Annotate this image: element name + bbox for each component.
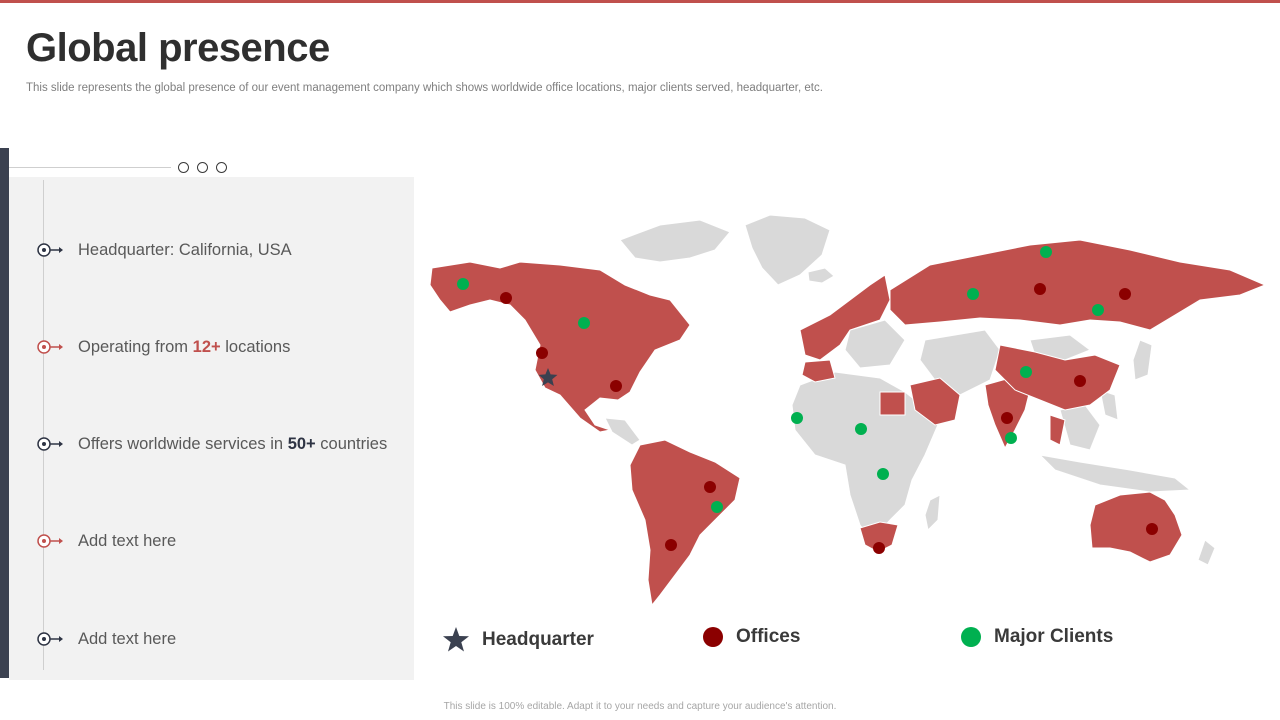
legend-label: Headquarter [482,629,594,650]
office-marker [610,380,622,392]
russia-shape [889,239,1267,331]
client-marker [711,501,723,513]
iberia-shape [801,359,836,383]
footer-note: This slide is 100% editable. Adapt it to… [443,701,837,712]
client-marker [1040,246,1052,258]
indonesia-shape [1038,454,1192,493]
client-marker [1020,366,1032,378]
office-marker [1001,412,1013,424]
japan-shape [1132,339,1153,381]
client-marker [791,412,803,424]
office-marker [1146,523,1158,535]
legend-headquarter: Headquarter [442,626,594,654]
client-marker [1005,432,1017,444]
client-marker [578,317,590,329]
page-title: Global presence [26,26,330,70]
legend-offices: Offices [702,626,800,648]
south-america-shape [629,439,741,607]
circle-icon [178,162,189,173]
list-item: Add text here [36,531,176,551]
arctic-islands-shape [619,219,731,263]
pagination-dots [178,162,227,173]
australia-shape [1089,491,1183,563]
client-dot-icon [961,627,981,647]
star-icon [443,627,469,652]
legend-label: Major Clients [994,626,1114,647]
southeast-asia-shape [1059,404,1101,451]
world-map [429,214,1267,607]
office-marker [704,481,716,493]
office-dot-icon [703,627,723,647]
client-marker [457,278,469,290]
client-marker [877,468,889,480]
top-accent-rule [0,0,1280,3]
office-marker [500,292,512,304]
list-item: Add text here [36,629,176,649]
office-marker [1119,288,1131,300]
egypt-shape [879,391,906,416]
madagascar-shape [924,494,941,532]
arrow-red-icon [37,534,63,548]
circle-icon [216,162,227,173]
arrow-dark-icon [37,243,63,257]
arrow-dark-icon [37,632,63,646]
office-marker [536,347,548,359]
arrow-dark-icon [37,437,63,451]
legend-label: Offices [736,626,801,647]
client-marker [1092,304,1104,316]
arrow-red-icon [37,340,63,354]
office-marker [1034,283,1046,295]
client-marker [967,288,979,300]
list-item: Operating from 12+ locations [36,337,290,357]
office-marker [1074,375,1086,387]
central-america-shape [604,417,641,446]
client-marker [855,423,867,435]
iceland-shape [807,267,835,284]
north-america-shape [429,261,691,433]
item-text: Headquarter: California, USA [78,240,292,259]
circle-icon [197,162,208,173]
item-text: Add text here [78,629,177,648]
list-item: Headquarter: California, USA [36,240,292,260]
panel-top-line [9,167,171,168]
item-text: Offers worldwide services in 50+ countri… [78,434,388,453]
legend-major-clients: Major Clients [960,626,1113,648]
office-marker [873,542,885,554]
item-text: Operating from 12+ locations [78,337,291,356]
list-item: Offers worldwide services in 50+ countri… [36,434,387,454]
left-accent-bar [0,148,9,678]
southeast-red-shape [1049,414,1066,446]
office-marker [665,539,677,551]
item-text: Add text here [78,531,177,550]
new-zealand-shape [1197,539,1216,566]
page-subtitle: This slide represents the global presenc… [26,82,823,94]
